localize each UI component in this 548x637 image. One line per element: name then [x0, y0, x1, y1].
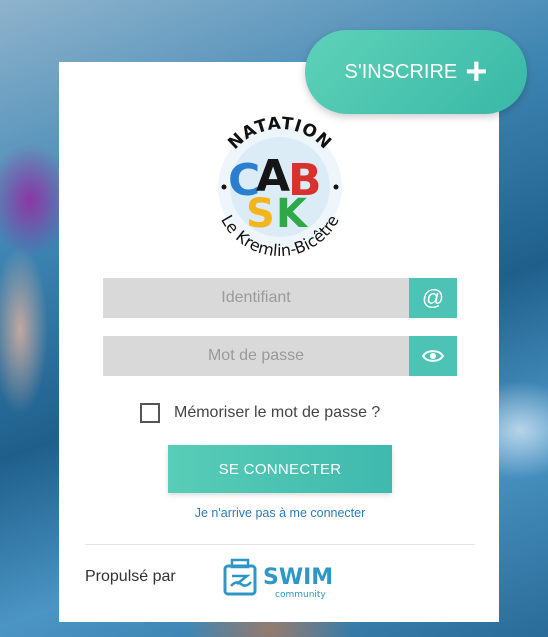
signup-label: S'INSCRIRE [344, 60, 458, 83]
powered-by-label: Propulsé par [85, 568, 176, 585]
username-input[interactable] [103, 278, 409, 318]
eye-icon[interactable] [409, 336, 457, 376]
remember-row[interactable]: Mémoriser le mot de passe ? [140, 403, 380, 423]
swim-brand-name: SWIM [263, 565, 333, 590]
swim-community-logo[interactable]: SWIM community [223, 556, 353, 602]
plus-icon: + [465, 51, 488, 93]
forgot-link[interactable]: Je n'arrive pas à me connecter [100, 506, 460, 520]
swim-logo-icon [223, 558, 257, 596]
at-sign-icon: @ [409, 278, 457, 318]
club-logo: NATATION Le Kremlin-Bicêtre C A B S K [217, 114, 343, 261]
logo-letter-s: S [246, 191, 275, 237]
logo-letter-k: K [276, 191, 309, 237]
connect-button[interactable]: SE CONNECTER [168, 445, 392, 493]
divider [85, 544, 475, 545]
remember-checkbox[interactable] [140, 403, 160, 423]
remember-label: Mémoriser le mot de passe ? [174, 404, 381, 421]
password-field [103, 336, 457, 376]
username-field: @ [103, 278, 457, 318]
password-input[interactable] [103, 336, 409, 376]
swim-brand-sub: community [275, 590, 326, 600]
